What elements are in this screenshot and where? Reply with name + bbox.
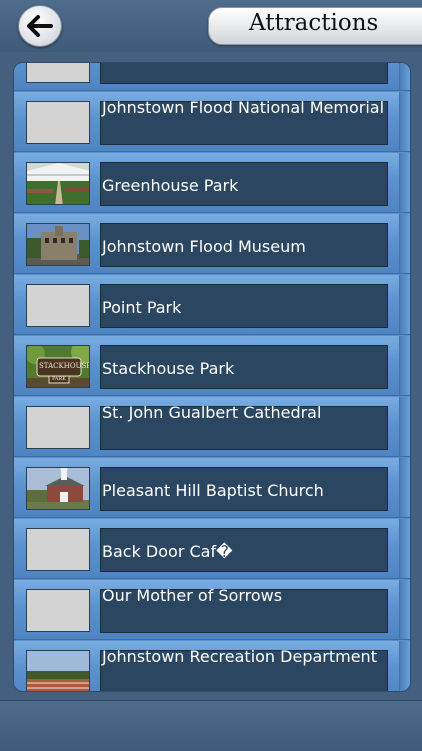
list-item[interactable]: STACKHOUSE PARK Stackhouse Park <box>14 336 410 396</box>
thumbnail-placeholder <box>26 589 90 632</box>
list-item-label: Greenhouse Park <box>102 176 239 195</box>
sign-text: PARK <box>51 376 67 382</box>
list-item[interactable]: Pleasant Hill Baptist Church <box>14 458 410 518</box>
thumbnail-placeholder <box>26 63 90 83</box>
list-item-label: Our Mother of Sorrows <box>102 586 283 605</box>
list-item[interactable]: Johnstown Flood National Memorial <box>14 92 410 152</box>
list-item[interactable]: Johnstown Recreation Department <box>14 641 410 691</box>
back-arrow-icon <box>27 15 53 37</box>
list-item-label: Point Park <box>102 298 182 317</box>
top-navigation-bar: Attractions <box>0 0 422 52</box>
bottom-toolbar <box>0 700 422 751</box>
list-item-label: Johnstown Flood Museum <box>102 237 306 256</box>
list-item-label: Johnstown Flood National Memorial <box>102 98 385 117</box>
list-item[interactable]: Point Park <box>14 275 410 335</box>
back-button[interactable] <box>18 5 62 47</box>
stackhouse-thumbnail: STACKHOUSE PARK <box>26 345 90 388</box>
list-item-label: Back Door Caf� <box>102 542 233 561</box>
thumbnail-placeholder <box>26 528 90 571</box>
list-item-label: Johnstown Recreation Department <box>102 647 377 666</box>
list-item[interactable]: St. John Gualbert Cathedral <box>14 397 410 457</box>
list-item-label: St. John Gualbert Cathedral <box>102 403 322 422</box>
app-screen: { "header": { "back_icon": "back-arrow-i… <box>0 0 422 751</box>
list-item[interactable]: Our Mother of Sorrows <box>14 580 410 640</box>
recreation-thumbnail <box>26 650 90 691</box>
list-item[interactable]: Back Door Caf� <box>14 519 410 579</box>
sign-text: STACKHOUSE <box>39 362 90 370</box>
thumbnail-placeholder <box>26 101 90 144</box>
attractions-list[interactable]: Johnstown Flood National Memorial Greenh… <box>13 62 411 692</box>
church-thumbnail <box>26 467 90 510</box>
label-box <box>100 63 388 84</box>
title-banner: Attractions <box>208 7 422 45</box>
thumbnail-placeholder <box>26 406 90 449</box>
list-item[interactable]: Greenhouse Park <box>14 153 410 213</box>
list-item[interactable]: Johnstown Flood Museum <box>14 214 410 274</box>
greenhouse-thumbnail <box>26 162 90 205</box>
list-item[interactable] <box>14 63 410 91</box>
list-item-label: Pleasant Hill Baptist Church <box>102 481 324 500</box>
museum-thumbnail <box>26 223 90 266</box>
page-title: Attractions <box>249 10 379 36</box>
list-item-label: Stackhouse Park <box>102 359 235 378</box>
thumbnail-placeholder <box>26 284 90 327</box>
